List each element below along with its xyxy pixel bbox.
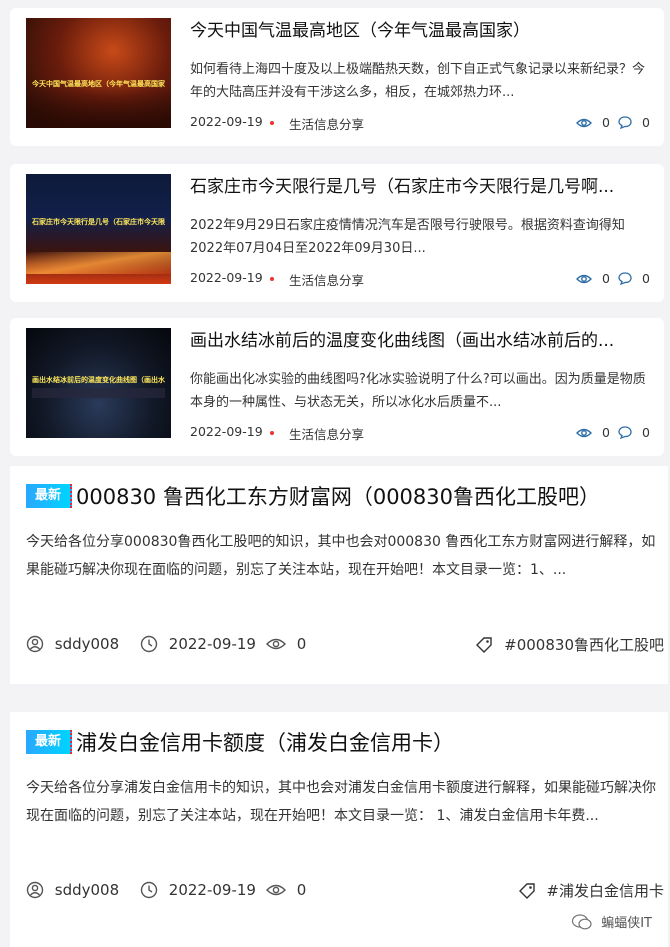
eye-icon bbox=[576, 118, 592, 127]
date-value: 2022-09-19 bbox=[168, 634, 256, 653]
new-badge: 最新 bbox=[26, 730, 72, 754]
comment-icon bbox=[618, 426, 632, 439]
article-card[interactable]: 石家庄市今天限行是几号（石家庄市今天限行是几号啊） 石家庄市今天限行是几号（石家… bbox=[10, 164, 664, 302]
views-value: 0 bbox=[296, 880, 307, 899]
post-excerpt: 今天给各位分享000830鲁西化工股吧的知识，其中也会对000830 鲁西化工东… bbox=[26, 534, 656, 578]
article-meta: 2022-09-19 生活信息分享 0 0 bbox=[190, 270, 650, 288]
separator-dot bbox=[270, 277, 274, 281]
article-meta: 2022-09-19 生活信息分享 0 0 bbox=[190, 424, 650, 442]
article-card[interactable]: 今天中国气温最高地区（今年气温最高国家） 今天中国气温最高地区（今年气温最高国家… bbox=[10, 8, 664, 146]
view-count: 0 bbox=[576, 270, 610, 286]
clock-icon bbox=[140, 635, 158, 652]
article-category-link[interactable]: 生活信息分享 bbox=[289, 270, 364, 289]
post-date: 2022-09-19 bbox=[140, 634, 256, 653]
separator-dot bbox=[270, 121, 274, 125]
separator-dot bbox=[270, 431, 274, 435]
article-title[interactable]: 今天中国气温最高地区（今年气温最高国家） bbox=[190, 18, 650, 44]
article-date: 2022-09-19 bbox=[190, 114, 263, 129]
clock-icon bbox=[140, 881, 158, 898]
comment-icon bbox=[618, 116, 632, 129]
article-date: 2022-09-19 bbox=[190, 424, 263, 439]
view-count-value: 0 bbox=[601, 115, 610, 130]
views-value: 0 bbox=[296, 634, 307, 653]
post-title-row: 最新 浦发白金信用卡额度（浦发白金信用卡） bbox=[26, 727, 454, 761]
article-category-link[interactable]: 生活信息分享 bbox=[289, 424, 364, 443]
view-count-value: 0 bbox=[601, 271, 610, 286]
article-excerpt: 你能画出化冰实验的曲线图吗?化冰实验说明了什么?可以画出。因为质量是物质本身的一… bbox=[190, 372, 646, 410]
tag-icon bbox=[518, 882, 535, 899]
post-meta: sddy008 2022-09-19 0 #浦发白金信用卡 bbox=[26, 880, 664, 904]
article-meta: 2022-09-19 生活信息分享 0 0 bbox=[190, 114, 650, 132]
article-excerpt: 2022年9月29日石家庄疫情情况汽车是否限号行驶限号。根据资料查询得知2022… bbox=[190, 218, 625, 256]
article-card[interactable]: 画出水结冰前后的温度变化曲线图（画出水结冰前后的温度变化曲线图） 画出水结冰前后… bbox=[10, 318, 664, 456]
article-thumbnail[interactable]: 石家庄市今天限行是几号（石家庄市今天限行是几号啊） bbox=[26, 174, 171, 284]
tag-label: #浦发白金信用卡 bbox=[546, 882, 664, 900]
comment-count-value: 0 bbox=[641, 271, 650, 286]
eye-icon bbox=[576, 428, 592, 437]
article-title[interactable]: 画出水结冰前后的温度变化曲线图（画出水结冰前后的... bbox=[190, 328, 650, 354]
tag-label: #000830鲁西化工股吧 bbox=[504, 636, 664, 654]
comment-icon bbox=[618, 272, 632, 285]
post-entry[interactable]: 最新 浦发白金信用卡额度（浦发白金信用卡） 今天给各位分享浦发白金信用卡的知识，其… bbox=[10, 712, 668, 947]
post-title[interactable]: 浦发白金信用卡额度（浦发白金信用卡） bbox=[76, 727, 454, 757]
post-tag-link[interactable]: #浦发白金信用卡 bbox=[518, 880, 664, 901]
post-views: 0 bbox=[266, 634, 306, 653]
thumbnail-caption: 今天中国气温最高地区（今年气温最高国家） bbox=[32, 80, 165, 88]
thumbnail-caption: 石家庄市今天限行是几号（石家庄市今天限行是几号啊） bbox=[32, 218, 165, 226]
view-count: 0 bbox=[576, 114, 610, 130]
author-name: sddy008 bbox=[54, 880, 120, 899]
tag-icon bbox=[476, 636, 493, 653]
post-title[interactable]: 000830 鲁西化工东方财富网（000830鲁西化工股吧） bbox=[76, 481, 600, 511]
eye-icon bbox=[266, 884, 286, 895]
post-author[interactable]: sddy008 bbox=[26, 634, 119, 653]
comment-count-value: 0 bbox=[641, 425, 650, 440]
comment-count[interactable]: 0 bbox=[618, 270, 650, 286]
wechat-icon bbox=[571, 913, 592, 929]
article-title[interactable]: 石家庄市今天限行是几号（石家庄市今天限行是几号啊... bbox=[190, 174, 650, 200]
article-date: 2022-09-19 bbox=[190, 270, 263, 285]
post-excerpt: 今天给各位分享浦发白金信用卡的知识，其中也会对浦发白金信用卡额度进行解释，如果能… bbox=[26, 780, 656, 824]
date-value: 2022-09-19 bbox=[168, 880, 256, 899]
new-badge: 最新 bbox=[26, 484, 72, 508]
thumbnail-caption: 画出水结冰前后的温度变化曲线图（画出水结冰前后的温度变化曲线图） bbox=[32, 376, 165, 384]
comment-count[interactable]: 0 bbox=[618, 114, 650, 130]
article-thumbnail[interactable]: 画出水结冰前后的温度变化曲线图（画出水结冰前后的温度变化曲线图） bbox=[26, 328, 171, 438]
watermark: 蝙蝠侠IT bbox=[571, 912, 652, 931]
view-count: 0 bbox=[576, 424, 610, 440]
eye-icon bbox=[576, 274, 592, 283]
watermark-text: 蝙蝠侠IT bbox=[601, 916, 652, 931]
post-views: 0 bbox=[266, 880, 306, 899]
user-icon bbox=[26, 881, 44, 898]
comment-count-value: 0 bbox=[641, 115, 650, 130]
post-meta: sddy008 2022-09-19 0 #000830鲁西化工股吧 bbox=[26, 634, 664, 658]
post-title-row: 最新 000830 鲁西化工东方财富网（000830鲁西化工股吧） bbox=[26, 481, 600, 515]
article-category-link[interactable]: 生活信息分享 bbox=[289, 114, 364, 133]
article-thumbnail[interactable]: 今天中国气温最高地区（今年气温最高国家） bbox=[26, 18, 171, 128]
post-date: 2022-09-19 bbox=[140, 880, 256, 899]
view-count-value: 0 bbox=[601, 425, 610, 440]
post-author[interactable]: sddy008 bbox=[26, 880, 119, 899]
article-excerpt: 如何看待上海四十度及以上极端酷热天数，创下自正式气象记录以来新纪录？今年的大陆高… bbox=[190, 62, 646, 100]
author-name: sddy008 bbox=[54, 634, 120, 653]
eye-icon bbox=[266, 638, 286, 649]
post-entry[interactable]: 最新 000830 鲁西化工东方财富网（000830鲁西化工股吧） 今天给各位分享… bbox=[10, 466, 668, 684]
comment-count[interactable]: 0 bbox=[618, 424, 650, 440]
post-tag-link[interactable]: #000830鲁西化工股吧 bbox=[475, 634, 664, 655]
user-icon bbox=[26, 635, 44, 652]
